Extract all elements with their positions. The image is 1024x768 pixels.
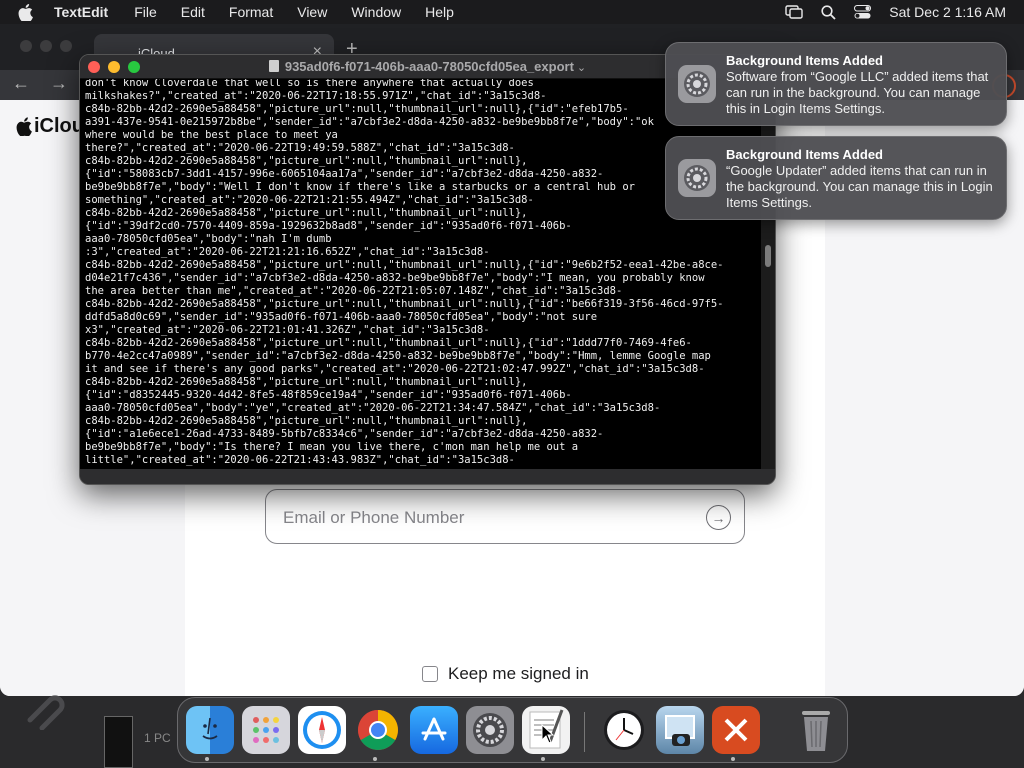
remote-desktop-icon[interactable] bbox=[712, 706, 760, 754]
system-settings-icon bbox=[678, 159, 716, 197]
document-text-line: c84b-82bb-42d2-2690e5a88458","picture_ur… bbox=[85, 337, 692, 349]
desktop-file-thumbnail[interactable] bbox=[104, 716, 133, 768]
document-text-line: {"id":"39df2cd0-7570-4409-859a-1929632b8… bbox=[85, 220, 572, 232]
back-arrow-icon[interactable]: ← bbox=[12, 73, 30, 94]
scrollbar-thumb[interactable] bbox=[765, 245, 771, 267]
document-text-line: the area better than me","created_at":"2… bbox=[85, 285, 623, 297]
keep-signed-in-label: Keep me signed in bbox=[448, 664, 589, 683]
document-text-line: c84b-82bb-42d2-2690e5a88458","picture_ur… bbox=[85, 259, 724, 271]
clock-icon[interactable] bbox=[600, 706, 648, 754]
keep-signed-in-checkbox[interactable] bbox=[422, 666, 438, 682]
document-text-line: {"id":"a1e6ece1-26ad-4733-8489-5bfb7c833… bbox=[85, 428, 604, 440]
document-text-line: aaa0-78050cfd05ea","body":"ye","created_… bbox=[85, 402, 661, 414]
document-text-line: c84b-82bb-42d2-2690e5a88458","picture_ur… bbox=[85, 207, 528, 219]
preview-icon[interactable] bbox=[656, 706, 704, 754]
document-icon bbox=[268, 60, 279, 72]
menu-app-name[interactable]: TextEdit bbox=[54, 4, 108, 20]
document-text-line: be9be9bb8f7e","body":"Is there? I mean y… bbox=[85, 441, 579, 453]
document-text-line: ddfd5a8d0c69","sender_id":"935ad0f6-f071… bbox=[85, 311, 598, 323]
menu-view[interactable]: View bbox=[297, 4, 327, 20]
document-text-line: little","created_at":"2020-06-22T21:43:4… bbox=[85, 454, 515, 466]
email-field-placeholder: Email or Phone Number bbox=[283, 508, 465, 527]
continue-arrow-icon[interactable]: → bbox=[706, 505, 731, 530]
system-settings-icon[interactable] bbox=[466, 706, 514, 754]
document-text-line: c84b-82bb-42d2-2690e5a88458","picture_ur… bbox=[85, 415, 528, 427]
document-text-line: {"id":"d8352445-9320-4d42-8fe5-48f859ce1… bbox=[85, 389, 572, 401]
window-bottom-bar bbox=[80, 469, 775, 484]
safari-icon[interactable] bbox=[298, 706, 346, 754]
document-text-line: c84b-82bb-42d2-2690e5a88458","picture_ur… bbox=[85, 298, 724, 310]
spotlight-search-icon[interactable] bbox=[821, 4, 836, 20]
browser-window-controls bbox=[20, 40, 72, 52]
keep-signed-in[interactable]: Keep me signed in bbox=[422, 664, 589, 684]
document-text-line: c84b-82bb-42d2-2690e5a88458","picture_ur… bbox=[85, 155, 528, 167]
notification-title: Background Items Added bbox=[726, 53, 883, 68]
menu-format[interactable]: Format bbox=[229, 4, 273, 20]
menu-window[interactable]: Window bbox=[351, 4, 401, 20]
menu-edit[interactable]: Edit bbox=[181, 4, 205, 20]
document-text-line: c84b-82bb-42d2-2690e5a88458","picture_ur… bbox=[85, 103, 629, 115]
chrome-icon[interactable] bbox=[354, 706, 402, 754]
notification-body: “Google Updater” added items that can ru… bbox=[726, 163, 993, 210]
paperclip-icon bbox=[24, 690, 76, 731]
forward-arrow-icon[interactable]: → bbox=[50, 73, 68, 94]
notification-body: Software from “Google LLC” added items t… bbox=[726, 69, 989, 116]
document-text-line: {"id":"58083cb7-3dd1-4157-996e-6065104aa… bbox=[85, 168, 604, 180]
document-text-line: something","created_at":"2020-06-22T21:2… bbox=[85, 194, 534, 206]
control-center-icon[interactable] bbox=[854, 5, 872, 19]
notification-background-items-google-llc[interactable]: Background Items Added Software from “Go… bbox=[665, 42, 1007, 126]
email-field[interactable]: Email or Phone Number → bbox=[265, 489, 745, 544]
document-text: don't know Cloverdale that well so is th… bbox=[85, 79, 759, 467]
dock bbox=[177, 697, 848, 763]
document-text-line: milkshakes?","created_at":"2020-06-22T17… bbox=[85, 90, 547, 102]
running-indicator bbox=[541, 757, 545, 761]
notification-title: Background Items Added bbox=[726, 147, 883, 162]
running-indicator bbox=[731, 757, 735, 761]
document-text-line: d04e21f7c436","sender_id":"a7cbf3e2-d8da… bbox=[85, 272, 705, 284]
document-text-line: c84b-82bb-42d2-2690e5a88458","picture_ur… bbox=[85, 376, 528, 388]
dock-separator bbox=[584, 712, 585, 752]
document-text-line: where would be the best place to meet ya bbox=[85, 129, 338, 141]
desktop-file-label: 1 PC bbox=[144, 731, 171, 745]
app-store-icon[interactable] bbox=[410, 706, 458, 754]
apple-logo-icon bbox=[16, 117, 32, 136]
document-text-line: a391-437e-9541-0e215972b8be","sender_id"… bbox=[85, 116, 654, 128]
system-settings-icon bbox=[678, 65, 716, 103]
running-indicator bbox=[373, 757, 377, 761]
document-text-line: don't know Cloverdale that well so is th… bbox=[85, 79, 534, 89]
running-indicator bbox=[205, 757, 209, 761]
document-text-line: it and see if there's any good parks","c… bbox=[85, 363, 705, 375]
chevron-down-icon[interactable]: ⌄ bbox=[577, 62, 586, 74]
document-text-line: :3","created_at":"2020-06-22T21:21:16.65… bbox=[85, 246, 490, 258]
launchpad-icon[interactable] bbox=[242, 706, 290, 754]
document-title-text: 935ad0f6-f071-406b-aaa0-78050cfd05ea_exp… bbox=[284, 59, 574, 74]
trash-icon[interactable] bbox=[792, 706, 840, 754]
mouse-pointer-icon bbox=[541, 723, 555, 749]
document-text-line: x3","created_at":"2020-06-22T21:01:41.32… bbox=[85, 324, 490, 336]
menu-file[interactable]: File bbox=[134, 4, 157, 20]
notification-background-items-google-updater[interactable]: Background Items Added “Google Updater” … bbox=[665, 136, 1007, 220]
document-text-line: be9be9bb8f7e","body":"Well I don't know … bbox=[85, 181, 635, 193]
screen-mirroring-icon[interactable] bbox=[785, 5, 803, 19]
document-text-line: b770-4e2cc47a0989","sender_id":"a7cbf3e2… bbox=[85, 350, 711, 362]
menu-bar-clock[interactable]: Sat Dec 2 1:16 AM bbox=[889, 4, 1006, 20]
document-text-line: aaa0-78050cfd05ea","body":"nah I'm dumb bbox=[85, 233, 332, 245]
apple-menu-icon[interactable] bbox=[18, 3, 40, 21]
document-text-line: there?","created_at":"2020-06-22T19:49:5… bbox=[85, 142, 515, 154]
menu-bar: TextEdit File Edit Format View Window He… bbox=[0, 0, 1024, 24]
menu-help[interactable]: Help bbox=[425, 4, 454, 20]
finder-icon[interactable] bbox=[186, 706, 234, 754]
document-text-area[interactable]: don't know Cloverdale that well so is th… bbox=[80, 79, 763, 471]
